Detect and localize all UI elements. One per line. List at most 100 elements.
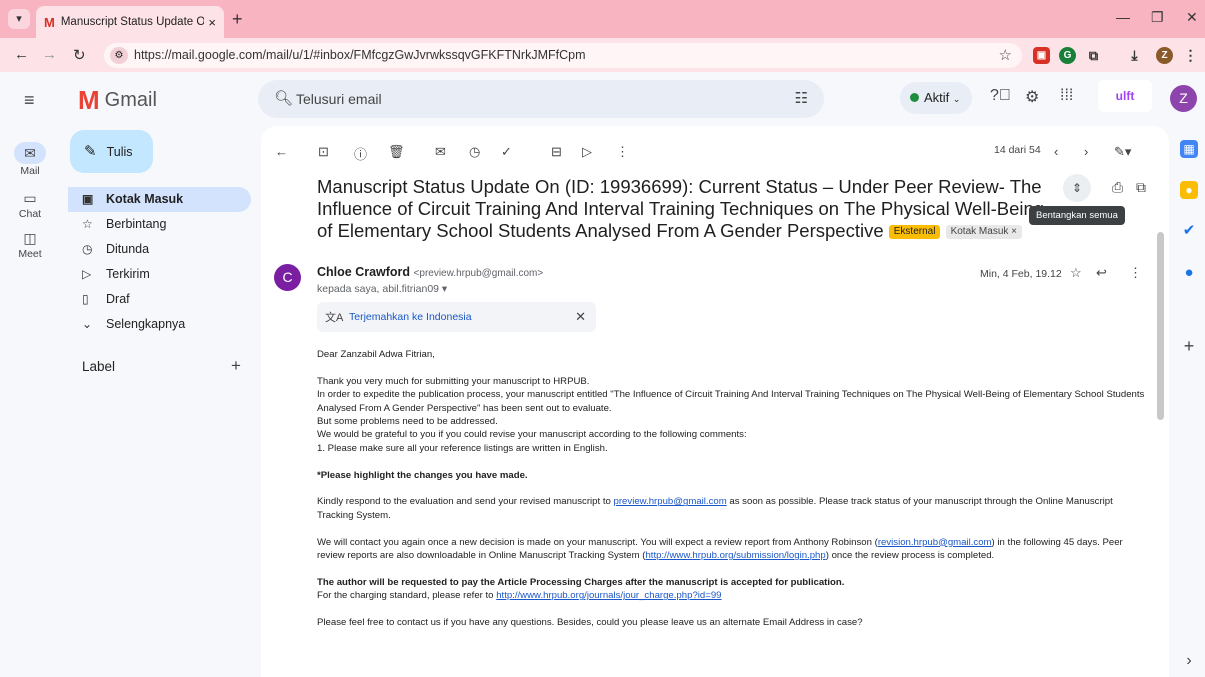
- new-tab-button[interactable]: +: [232, 9, 243, 30]
- translate-icon: 文A: [325, 312, 344, 324]
- newer-icon[interactable]: ‹: [1054, 144, 1058, 159]
- print-icon[interactable]: ⎙: [1112, 179, 1123, 196]
- maximize-icon[interactable]: ❐: [1151, 9, 1164, 26]
- address-bar[interactable]: ⚙ https://mail.google.com/mail/u/1/#inbo…: [104, 43, 1022, 68]
- open-new-window-icon[interactable]: ⧉: [1136, 179, 1146, 196]
- message-scrollbar[interactable]: [1157, 232, 1164, 420]
- extension-green-icon[interactable]: G: [1059, 47, 1076, 64]
- sidebar-item-inbox[interactable]: ▣ Kotak Masuk: [68, 187, 251, 212]
- close-translate-icon[interactable]: ✕: [575, 309, 586, 325]
- mark-unread-icon[interactable]: ✉: [435, 144, 446, 160]
- rail-mail-label: Mail: [20, 165, 40, 177]
- close-window-icon[interactable]: ✕: [1186, 9, 1198, 26]
- profile-avatar[interactable]: Z: [1156, 47, 1173, 64]
- sender-name[interactable]: Chloe Crawford: [317, 265, 410, 279]
- account-avatar[interactable]: Z: [1170, 85, 1197, 112]
- input-tools-icon[interactable]: ✎▾: [1114, 144, 1131, 160]
- snooze-icon[interactable]: ◷: [469, 144, 480, 160]
- rail-meet[interactable]: ◫ Meet: [4, 230, 56, 260]
- body-line: Thank you very much for submitting your …: [317, 375, 590, 387]
- keep-icon[interactable]: ●: [1180, 181, 1198, 199]
- search-bar[interactable]: 🔍︎ Telusuri email ☷: [258, 80, 824, 118]
- search-icon[interactable]: 🔍︎: [274, 89, 293, 107]
- get-addons-icon[interactable]: +: [1180, 337, 1198, 355]
- tasks-icon[interactable]: ✔: [1180, 222, 1198, 240]
- older-icon[interactable]: ›: [1084, 144, 1088, 159]
- translate-link[interactable]: Terjemahkan ke Indonesia: [349, 311, 472, 323]
- translate-bar: 文A Terjemahkan ke Indonesia ✕: [317, 302, 596, 332]
- apc-bold-text: The author will be requested to pay the …: [317, 576, 845, 588]
- revision-email-link[interactable]: revision.hrpub@gmail.com: [878, 537, 992, 548]
- search-options-icon[interactable]: ☷: [795, 89, 808, 107]
- sidebar-item-label: Kotak Masuk: [106, 192, 184, 206]
- more-options-icon[interactable]: ⋮: [616, 144, 629, 160]
- star-message-icon[interactable]: ☆: [1070, 265, 1082, 281]
- minimize-icon[interactable]: —: [1116, 9, 1130, 25]
- reload-icon[interactable]: ↻: [73, 46, 86, 64]
- rail-chat[interactable]: ▭ Chat: [4, 190, 56, 220]
- browser-toolbar: ← → ↻ ⚙ https://mail.google.com/mail/u/1…: [0, 38, 1205, 72]
- add-label-button[interactable]: +: [231, 356, 241, 376]
- clock-icon: ◷: [82, 242, 93, 256]
- body-line: In order to expedite the publication pro…: [317, 389, 1145, 414]
- send-icon: ▷: [82, 267, 92, 281]
- url-text: https://mail.google.com/mail/u/1/#inbox/…: [134, 48, 586, 62]
- forward-icon[interactable]: →: [42, 46, 57, 63]
- submission-login-link[interactable]: http://www.hrpub.org/submission/login.ph…: [645, 550, 825, 561]
- mail-icon: ✉: [14, 142, 46, 164]
- page-count: 14 dari 54: [994, 144, 1041, 156]
- reply-icon[interactable]: ↩: [1096, 265, 1107, 281]
- sidebar-item-starred[interactable]: ☆ Berbintang: [68, 212, 251, 237]
- gmail-logo[interactable]: M Gmail: [78, 85, 157, 116]
- browser-menu-icon[interactable]: ⋮: [1182, 47, 1199, 64]
- sidebar-item-label: Draf: [106, 292, 130, 306]
- recipients[interactable]: kepada saya, abil.fitrian09 ▾: [317, 283, 447, 295]
- compose-button[interactable]: ✎ Tulis: [70, 130, 153, 173]
- tooltip: Bentangkan semua: [1029, 206, 1125, 225]
- chevron-down-icon: ⌄: [82, 317, 93, 331]
- bookmark-star-icon[interactable]: ☆: [999, 46, 1012, 64]
- tab-close-icon[interactable]: ×: [208, 15, 216, 30]
- calendar-icon[interactable]: ▦: [1180, 140, 1198, 158]
- sidebar-item-snoozed[interactable]: ◷ Ditunda: [68, 237, 251, 262]
- archive-icon[interactable]: ⊡: [318, 144, 329, 160]
- extensions-puzzle-icon[interactable]: ⧉: [1085, 47, 1102, 64]
- sidebar-item-sent[interactable]: ▷ Terkirim: [68, 262, 251, 287]
- sidebar-item-more[interactable]: ⌄ Selengkapnya: [68, 312, 251, 337]
- sender: Chloe Crawford <preview.hrpub@gmail.com>: [317, 265, 543, 279]
- sender-avatar[interactable]: C: [274, 264, 301, 291]
- message-more-icon[interactable]: ⋮: [1129, 265, 1142, 281]
- status-selector[interactable]: Aktif ⌄: [900, 82, 972, 114]
- help-icon[interactable]: ?⃝: [990, 87, 1011, 105]
- organization-logo[interactable]: ulft: [1098, 80, 1152, 112]
- app-name: Gmail: [104, 89, 157, 111]
- delete-icon[interactable]: 🗑︎: [388, 144, 405, 160]
- expand-all-icon[interactable]: ⇕: [1063, 174, 1091, 202]
- extension-red-icon[interactable]: ▣: [1033, 47, 1050, 64]
- move-to-icon[interactable]: ⊟: [551, 144, 562, 160]
- settings-gear-icon[interactable]: ⚙: [1025, 87, 1039, 107]
- charge-standard-link[interactable]: http://www.hrpub.org/journals/jour_charg…: [496, 590, 721, 601]
- back-to-inbox-icon[interactable]: ←: [275, 144, 288, 159]
- apps-grid-icon[interactable]: ⁞⁞⁞: [1060, 87, 1073, 105]
- report-spam-icon[interactable]: ⓘ: [354, 144, 367, 163]
- main-menu-icon[interactable]: ≡: [24, 90, 35, 111]
- label-icon[interactable]: ▷: [582, 144, 592, 160]
- greeting: Dear Zanzabil Adwa Fitrian,: [317, 349, 435, 360]
- rail-mail[interactable]: ✉ Mail: [4, 142, 56, 177]
- status-dot: [910, 93, 919, 102]
- search-input[interactable]: Telusuri email: [296, 91, 382, 107]
- contacts-icon[interactable]: ●: [1180, 264, 1198, 282]
- browser-tab[interactable]: M Manuscript Status Update On ( ×: [36, 6, 224, 38]
- add-task-icon[interactable]: ✓: [501, 144, 512, 160]
- download-icon[interactable]: ⤓: [1126, 47, 1143, 64]
- tab-search-button[interactable]: ▾: [8, 9, 30, 29]
- site-info-icon[interactable]: ⚙: [110, 47, 128, 64]
- back-icon[interactable]: ←: [14, 46, 29, 63]
- inbox-icon: ▣: [82, 192, 94, 206]
- inbox-label-badge[interactable]: Kotak Masuk ×: [945, 225, 1022, 240]
- hide-side-panel-icon[interactable]: ›: [1180, 652, 1198, 670]
- apc-notice: The author will be requested to pay the …: [317, 576, 1147, 589]
- preview-email-link[interactable]: preview.hrpub@gmail.com: [614, 496, 727, 507]
- sidebar-item-drafts[interactable]: ▯ Draf: [68, 287, 251, 312]
